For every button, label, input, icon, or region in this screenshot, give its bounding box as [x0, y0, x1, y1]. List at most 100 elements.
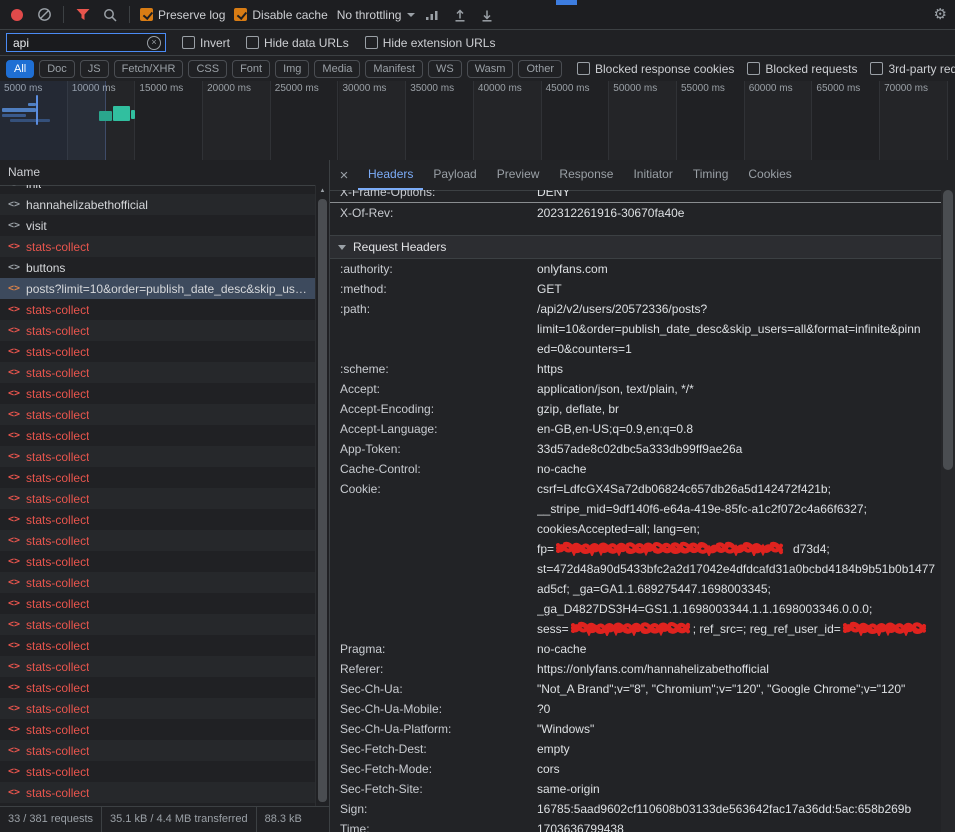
- type-filter-other[interactable]: Other: [518, 60, 562, 78]
- request-row[interactable]: <>stats-collect: [0, 362, 316, 383]
- request-row[interactable]: <>stats-collect: [0, 488, 316, 509]
- record-button[interactable]: [8, 6, 26, 24]
- header-value: GET: [537, 279, 941, 299]
- clear-button[interactable]: [35, 6, 53, 24]
- header-name: Pragma:: [340, 639, 537, 659]
- request-row[interactable]: <>stats-collect: [0, 236, 316, 257]
- request-row[interactable]: <>buttons: [0, 257, 316, 278]
- header-value-line: 16785:5aad9602cf110608b03133de563642fac1…: [537, 799, 941, 819]
- request-row[interactable]: <>stats-collect: [0, 341, 316, 362]
- filter-checkbox-3rd-party-requests[interactable]: 3rd-party requests: [870, 62, 955, 76]
- type-filter-doc[interactable]: Doc: [39, 60, 75, 78]
- request-row[interactable]: <>stats-collect: [0, 299, 316, 320]
- request-row[interactable]: <>visit: [0, 215, 316, 236]
- details-tabbar: × HeadersPayloadPreviewResponseInitiator…: [330, 160, 955, 191]
- request-row[interactable]: <>stats-collect: [0, 719, 316, 740]
- search-button[interactable]: [101, 6, 119, 24]
- type-filter-ws[interactable]: WS: [428, 60, 462, 78]
- request-row[interactable]: <>stats-collect: [0, 530, 316, 551]
- disclosure-caret-icon: [338, 245, 346, 250]
- type-filter-media[interactable]: Media: [314, 60, 360, 78]
- type-filter-img[interactable]: Img: [275, 60, 309, 78]
- request-row[interactable]: <>stats-collect: [0, 446, 316, 467]
- header-name: Sec-Ch-Ua-Mobile:: [340, 699, 537, 719]
- type-filter-all[interactable]: All: [6, 60, 34, 78]
- request-row[interactable]: <>stats-collect: [0, 383, 316, 404]
- close-details-button[interactable]: ×: [330, 161, 358, 190]
- request-row[interactable]: <>stats-collect: [0, 404, 316, 425]
- tab-preview[interactable]: Preview: [487, 160, 550, 190]
- script-icon: <>: [8, 682, 20, 693]
- type-filter-font[interactable]: Font: [232, 60, 270, 78]
- settings-gear-icon[interactable]: ⚙: [934, 7, 947, 22]
- details-scrollbar[interactable]: [941, 190, 955, 832]
- type-filter-js[interactable]: JS: [80, 60, 109, 78]
- tab-payload[interactable]: Payload: [423, 160, 486, 190]
- request-row[interactable]: <>stats-collect: [0, 656, 316, 677]
- scrollbar-thumb[interactable]: [943, 190, 953, 470]
- request-name: posts?limit=10&order=publish_date_desc&s…: [26, 282, 312, 296]
- preserve-log-checkbox[interactable]: Preserve log: [140, 8, 225, 22]
- request-list-scrollbar[interactable]: ▲: [315, 185, 329, 806]
- filter-checkbox-blocked-requests[interactable]: Blocked requests: [747, 62, 857, 76]
- header-name: App-Token:: [340, 439, 537, 459]
- request-row[interactable]: <>stats-collect: [0, 320, 316, 341]
- request-headers-section-header[interactable]: Request Headers: [330, 235, 941, 259]
- request-row[interactable]: <>stats-collect: [0, 677, 316, 698]
- import-har-button[interactable]: [451, 6, 469, 24]
- clear-filter-icon[interactable]: ×: [147, 36, 161, 50]
- request-row[interactable]: <>stats-collect: [0, 698, 316, 719]
- request-row[interactable]: <>stats-collect: [0, 551, 316, 572]
- request-row[interactable]: <>stats-collect: [0, 593, 316, 614]
- request-row[interactable]: <>stats-collect: [0, 572, 316, 593]
- type-filter-manifest[interactable]: Manifest: [365, 60, 423, 78]
- filter-input[interactable]: [11, 35, 143, 51]
- name-column-header[interactable]: Name: [0, 160, 329, 186]
- header-name: X-Frame-Options:: [340, 190, 537, 202]
- header-row: Sign:16785:5aad9602cf110608b03133de56364…: [340, 799, 941, 819]
- overview-ruler-column: 40000 ms: [474, 81, 542, 160]
- script-icon: <>: [8, 598, 20, 609]
- hide-data-urls-checkbox[interactable]: Hide data URLs: [246, 36, 349, 50]
- tab-headers[interactable]: Headers: [358, 160, 423, 190]
- request-row[interactable]: <>stats-collect: [0, 740, 316, 761]
- request-row[interactable]: <>stats-collect: [0, 635, 316, 656]
- filter-toggle-button[interactable]: [74, 6, 92, 24]
- checkbox-unchecked-icon: [747, 62, 760, 75]
- funnel-icon: [76, 8, 90, 21]
- header-name: Sec-Fetch-Site:: [340, 779, 537, 799]
- checkbox-unchecked-icon: [246, 36, 259, 49]
- tab-cookies[interactable]: Cookies: [738, 160, 801, 190]
- tab-response[interactable]: Response: [549, 160, 623, 190]
- tab-timing[interactable]: Timing: [683, 160, 739, 190]
- header-row: Accept:application/json, text/plain, */*: [340, 379, 941, 399]
- network-overview[interactable]: 5000 ms10000 ms15000 ms20000 ms25000 ms3…: [0, 81, 955, 161]
- request-row[interactable]: <>stats-collect: [0, 761, 316, 782]
- header-name: Sign:: [340, 799, 537, 819]
- request-row[interactable]: <>stats-collect: [0, 782, 316, 803]
- request-row[interactable]: <>stats-collect: [0, 614, 316, 635]
- request-row[interactable]: <>init: [0, 185, 316, 194]
- throttling-dropdown[interactable]: No throttling: [337, 8, 416, 22]
- request-name: stats-collect: [26, 702, 89, 716]
- request-row[interactable]: <>stats-collect: [0, 425, 316, 446]
- tab-initiator[interactable]: Initiator: [623, 160, 682, 190]
- request-row[interactable]: <>posts?limit=10&order=publish_date_desc…: [0, 278, 316, 299]
- scrollbar-thumb[interactable]: [318, 199, 327, 802]
- header-value-line: https://onlyfans.com/hannahelizabethoffi…: [537, 659, 941, 679]
- request-row[interactable]: <>stats-collect: [0, 467, 316, 488]
- type-filter-css[interactable]: CSS: [188, 60, 227, 78]
- hide-extension-urls-checkbox[interactable]: Hide extension URLs: [365, 36, 496, 50]
- header-row: Accept-Language:en-GB,en-US;q=0.9,en;q=0…: [340, 419, 941, 439]
- export-har-button[interactable]: [478, 6, 496, 24]
- invert-checkbox[interactable]: Invert: [182, 36, 230, 50]
- header-value-line: ?0: [537, 699, 941, 719]
- scroll-up-icon[interactable]: ▲: [316, 185, 329, 198]
- type-filter-fetch-xhr[interactable]: Fetch/XHR: [114, 60, 184, 78]
- request-row[interactable]: <>hannahelizabethofficial: [0, 194, 316, 215]
- disable-cache-checkbox[interactable]: Disable cache: [234, 8, 327, 22]
- type-filter-wasm[interactable]: Wasm: [467, 60, 514, 78]
- filter-checkbox-blocked-response-cookies[interactable]: Blocked response cookies: [577, 62, 734, 76]
- network-conditions-button[interactable]: [424, 6, 442, 24]
- request-row[interactable]: <>stats-collect: [0, 509, 316, 530]
